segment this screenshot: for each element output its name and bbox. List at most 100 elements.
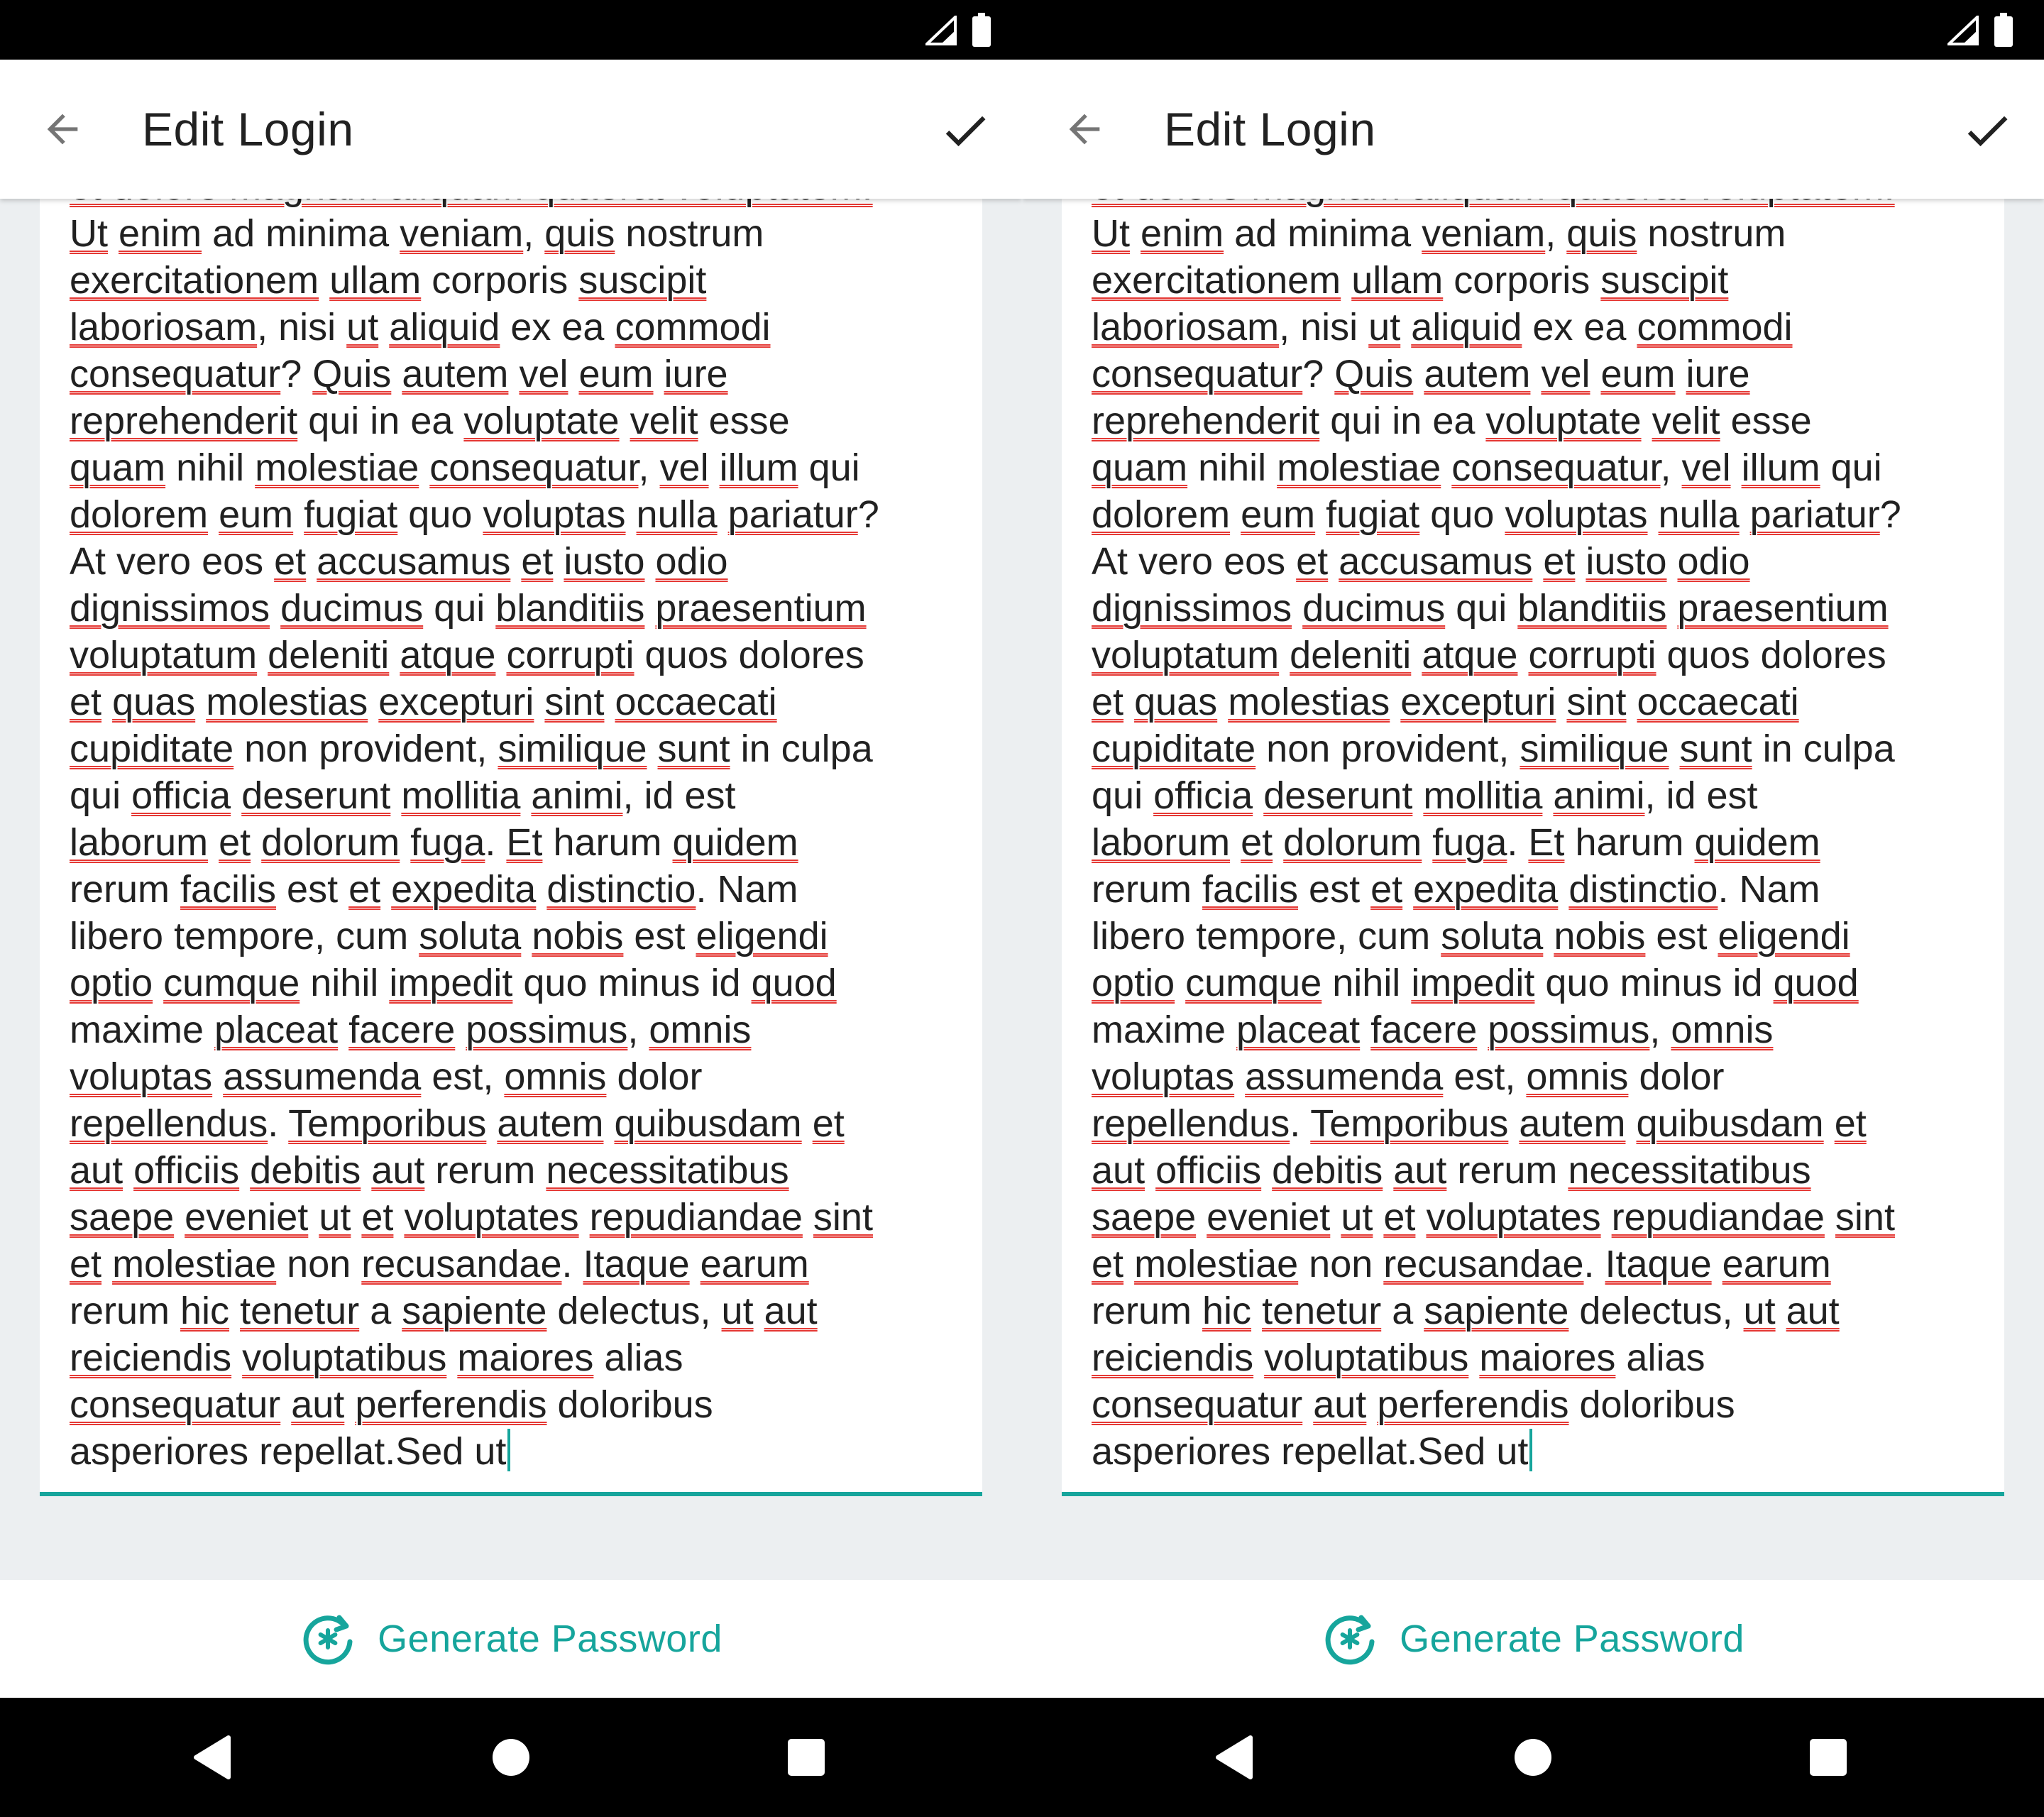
notes-editor[interactable]: et dolore magnam aliquam quaerat volupta… (40, 199, 982, 1496)
text-run: . (485, 821, 507, 864)
nav-back-button[interactable] (1207, 1729, 1263, 1786)
back-button[interactable] (1059, 104, 1110, 155)
misspelled-word: quas (112, 681, 196, 723)
misspelled-word: Itaque (1605, 1243, 1712, 1285)
nav-home-button[interactable] (483, 1729, 539, 1786)
misspelled-word: quidem (1694, 821, 1820, 864)
generate-password-button[interactable]: Generate Password (1022, 1580, 2044, 1698)
misspelled-word: earum (700, 1243, 809, 1285)
misspelled-word: laboriosam (70, 306, 258, 348)
text-run (1390, 681, 1400, 723)
app-bar: Edit Login (1022, 60, 2044, 199)
misspelled-word: illum (1741, 446, 1820, 489)
misspelled-word: enim (1141, 212, 1224, 255)
misspelled-word: repudiandae (589, 1196, 803, 1239)
misspelled-word: fugiat (304, 493, 398, 536)
comparison-layout: Edit Login et dolore magnam aliquam quae… (0, 0, 2044, 1817)
text-run (380, 868, 391, 911)
text-run: . (1290, 1102, 1311, 1145)
nav-recents-button[interactable] (778, 1729, 835, 1786)
nav-home-button[interactable] (1505, 1729, 1561, 1786)
misspelled-word: veniam (400, 212, 524, 255)
generate-password-button[interactable]: Generate Password (0, 1580, 1022, 1698)
misspelled-word: dolorum (1283, 821, 1422, 864)
back-button[interactable] (37, 104, 88, 155)
save-button[interactable] (1959, 102, 2016, 159)
misspelled-word: autem (497, 1102, 604, 1145)
misspelled-word: vel (659, 446, 709, 489)
misspelled-word: consequatur (70, 1383, 281, 1426)
text-run (229, 1290, 240, 1332)
text-run (1530, 353, 1541, 395)
triangle-back-icon (194, 1735, 231, 1779)
misspelled-word: eveniet (1207, 1196, 1331, 1239)
refresh-asterisk-icon (303, 1615, 353, 1665)
text-run (391, 353, 402, 395)
misspelled-word: fuga (1432, 821, 1507, 864)
text-run: est, (421, 1055, 505, 1098)
text-run: . (1583, 1243, 1605, 1285)
text-run (754, 1290, 764, 1332)
text-run (174, 1196, 185, 1239)
misspelled-word: pariatur (1749, 493, 1880, 536)
misspelled-word: ut (1341, 1196, 1373, 1239)
misspelled-word: Ut (1092, 212, 1130, 255)
text-run (455, 1009, 466, 1051)
misspelled-word: autem (1519, 1102, 1626, 1145)
misspelled-word: soluta (1441, 915, 1544, 957)
status-bar (1022, 0, 2044, 60)
text-run (123, 1149, 133, 1192)
nav-back-button[interactable] (185, 1729, 241, 1786)
misspelled-word: corrupti (506, 634, 634, 676)
misspelled-word: aut (1393, 1149, 1447, 1192)
misspelled-word: et dolore magnam aliquam quaerat volupta… (1092, 199, 1895, 208)
misspelled-word: sint (1835, 1196, 1895, 1239)
text-run (1234, 1055, 1245, 1098)
misspelled-word: debitis (250, 1149, 361, 1192)
misspelled-word: blanditiis (495, 587, 645, 630)
text-run: est (276, 868, 349, 911)
misspelled-word: autem (402, 353, 509, 395)
notes-editor[interactable]: et dolore magnam aliquam quaerat volupta… (1062, 199, 2004, 1496)
text-run (270, 587, 280, 630)
text-run: harum (1564, 821, 1695, 864)
text-run (1669, 728, 1680, 770)
misspelled-word: autem (1424, 353, 1531, 395)
misspelled-word: vel (1681, 446, 1731, 489)
nav-recents-button[interactable] (1800, 1729, 1857, 1786)
text-run: maxime (70, 1009, 215, 1051)
text-run (208, 821, 219, 864)
text-run (1542, 774, 1553, 817)
misspelled-word: necessitatibus (546, 1149, 789, 1192)
text-run: corporis (421, 259, 579, 302)
text-run: . (1507, 821, 1529, 864)
save-button[interactable] (937, 102, 994, 159)
misspelled-word: molestiae (112, 1243, 277, 1285)
misspelled-word: dolorum (261, 821, 400, 864)
misspelled-word: officia (1153, 774, 1253, 817)
text-run (280, 1383, 291, 1426)
text-run: , id est (622, 774, 736, 817)
misspelled-word: voluptas (1505, 493, 1648, 536)
text-run: ex ea (1522, 306, 1637, 348)
misspelled-word: laborum (1092, 821, 1231, 864)
misspelled-word: Ut (70, 212, 108, 255)
misspelled-word: necessitatibus (1568, 1149, 1811, 1192)
text-run (1251, 1290, 1262, 1332)
misspelled-word: accusamus (317, 540, 511, 583)
misspelled-word: repudiandae (1611, 1196, 1825, 1239)
text-run (520, 774, 531, 817)
notes-text[interactable]: et dolore magnam aliquam quaerat volupta… (1092, 199, 1986, 1475)
text-run: doloribus (557, 1383, 713, 1426)
misspelled-word: reprehenderit (70, 400, 298, 442)
text-run (1556, 681, 1566, 723)
text-run (1441, 446, 1451, 489)
text-run (553, 540, 564, 583)
misspelled-word: iure (664, 353, 728, 395)
misspelled-word: reiciendis (70, 1336, 232, 1379)
misspelled-word: cupiditate (70, 728, 234, 770)
misspelled-word: aut (764, 1290, 818, 1332)
misspelled-word: saepe (1092, 1196, 1197, 1239)
notes-text[interactable]: et dolore magnam aliquam quaerat volupta… (70, 199, 964, 1475)
misspelled-word: Quis (312, 353, 392, 395)
